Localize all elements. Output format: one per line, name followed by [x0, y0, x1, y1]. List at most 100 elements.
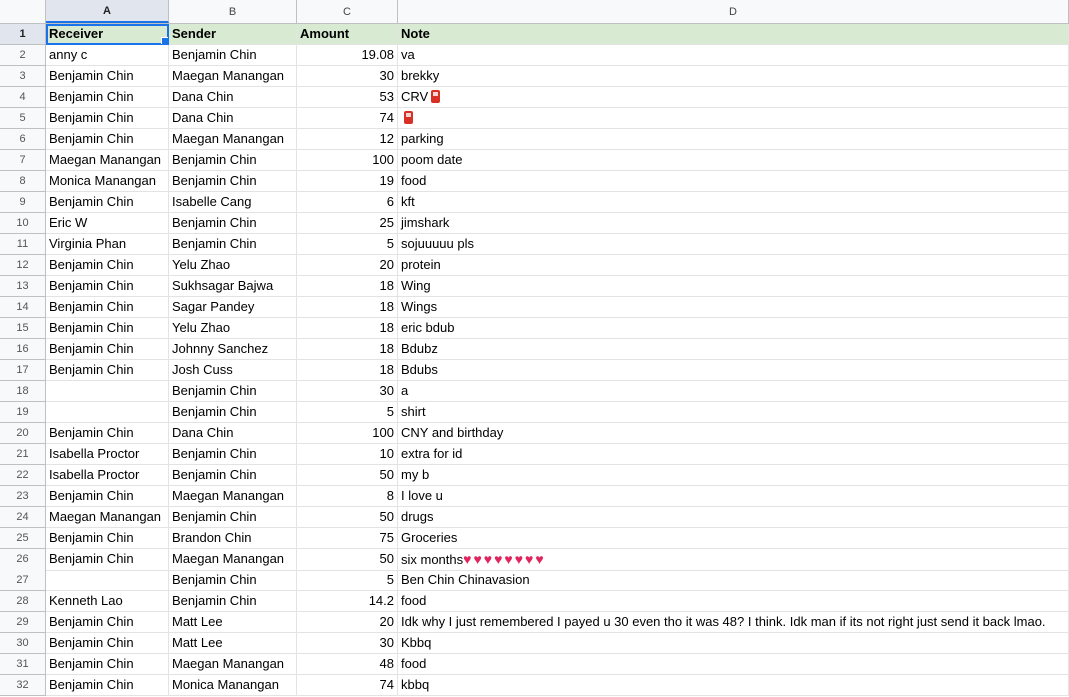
row-header[interactable]: 13 — [0, 276, 46, 297]
cell-amount[interactable]: 18 — [297, 318, 398, 339]
cell-sender[interactable]: Benjamin Chin — [169, 171, 297, 192]
cell-receiver[interactable]: Maegan Manangan — [46, 507, 169, 528]
cell-amount[interactable]: 5 — [297, 570, 398, 591]
cell-sender[interactable]: Maegan Manangan — [169, 486, 297, 507]
cell-sender[interactable]: Dana Chin — [169, 87, 297, 108]
cell-amount[interactable]: 50 — [297, 465, 398, 486]
row-header[interactable]: 23 — [0, 486, 46, 507]
row-header[interactable]: 20 — [0, 423, 46, 444]
row-header[interactable]: 17 — [0, 360, 46, 381]
cell-receiver[interactable]: anny c — [46, 45, 169, 66]
cell-sender[interactable]: Benjamin Chin — [169, 591, 297, 612]
cell-sender[interactable]: Benjamin Chin — [169, 465, 297, 486]
cell-amount[interactable]: 6 — [297, 192, 398, 213]
cell-note[interactable]: a — [398, 381, 1069, 402]
cell-receiver[interactable] — [46, 381, 169, 402]
cell-note[interactable]: kbbq — [398, 675, 1069, 696]
cell-receiver[interactable]: Benjamin Chin — [46, 192, 169, 213]
row-header[interactable]: 22 — [0, 465, 46, 486]
cell-sender[interactable]: Maegan Manangan — [169, 66, 297, 87]
cell-receiver[interactable]: Benjamin Chin — [46, 108, 169, 129]
cell-receiver[interactable] — [46, 402, 169, 423]
cell-sender[interactable]: Benjamin Chin — [169, 402, 297, 423]
cell-receiver[interactable]: Benjamin Chin — [46, 360, 169, 381]
cell-amount[interactable]: 74 — [297, 675, 398, 696]
cell-receiver[interactable] — [46, 570, 169, 591]
cell-receiver[interactable]: Benjamin Chin — [46, 423, 169, 444]
cell-amount[interactable]: 19.08 — [297, 45, 398, 66]
cell-amount[interactable]: 8 — [297, 486, 398, 507]
cell-amount[interactable]: 100 — [297, 423, 398, 444]
cell-note[interactable]: extra for id — [398, 444, 1069, 465]
cell-amount[interactable]: 100 — [297, 150, 398, 171]
cell-sender[interactable]: Benjamin Chin — [169, 381, 297, 402]
cell-receiver[interactable]: Benjamin Chin — [46, 129, 169, 150]
row-header[interactable]: 14 — [0, 297, 46, 318]
cell-note[interactable]: kft — [398, 192, 1069, 213]
cell-note[interactable]: I love u — [398, 486, 1069, 507]
cell-receiver[interactable]: Benjamin Chin — [46, 339, 169, 360]
cell-note-header[interactable]: Note — [398, 24, 1069, 45]
cell-receiver[interactable]: Benjamin Chin — [46, 486, 169, 507]
cell-receiver[interactable]: Benjamin Chin — [46, 549, 169, 571]
cell-note[interactable]: Idk why I just remembered I payed u 30 e… — [398, 612, 1069, 633]
cell-sender[interactable]: Yelu Zhao — [169, 318, 297, 339]
row-header[interactable]: 6 — [0, 129, 46, 150]
cell-sender[interactable]: Benjamin Chin — [169, 150, 297, 171]
fill-handle[interactable] — [161, 37, 168, 44]
cell-amount[interactable]: 50 — [297, 549, 398, 571]
cell-amount[interactable]: 18 — [297, 360, 398, 381]
cell-note[interactable]: CNY and birthday — [398, 423, 1069, 444]
cell-amount[interactable]: 75 — [297, 528, 398, 549]
cell-receiver[interactable]: Benjamin Chin — [46, 675, 169, 696]
cell-sender[interactable]: Maegan Manangan — [169, 129, 297, 150]
cell-sender[interactable]: Matt Lee — [169, 612, 297, 633]
cell-amount-header[interactable]: Amount — [297, 24, 398, 45]
row-header[interactable]: 30 — [0, 633, 46, 654]
cell-sender[interactable]: Josh Cuss — [169, 360, 297, 381]
column-header-a[interactable]: A — [46, 0, 169, 23]
cell-receiver[interactable]: Kenneth Lao — [46, 591, 169, 612]
cell-receiver[interactable]: Eric W — [46, 213, 169, 234]
cell-receiver[interactable]: Benjamin Chin — [46, 318, 169, 339]
row-header[interactable]: 31 — [0, 654, 46, 675]
cell-note[interactable]: food — [398, 171, 1069, 192]
row-header[interactable]: 12 — [0, 255, 46, 276]
cell-amount[interactable]: 74 — [297, 108, 398, 129]
cell-receiver[interactable]: Benjamin Chin — [46, 276, 169, 297]
cell-note[interactable]: protein — [398, 255, 1069, 276]
row-header[interactable]: 32 — [0, 675, 46, 696]
row-header[interactable]: 11 — [0, 234, 46, 255]
row-header[interactable]: 28 — [0, 591, 46, 612]
cell-note[interactable]: poom date — [398, 150, 1069, 171]
row-header[interactable]: 9 — [0, 192, 46, 213]
row-header[interactable]: 7 — [0, 150, 46, 171]
cell-amount[interactable]: 48 — [297, 654, 398, 675]
cell-sender[interactable]: Benjamin Chin — [169, 444, 297, 465]
cell-note[interactable]: va — [398, 45, 1069, 66]
cell-sender[interactable]: Benjamin Chin — [169, 234, 297, 255]
cell-receiver-header[interactable]: Receiver — [46, 24, 169, 45]
cell-receiver[interactable]: Monica Manangan — [46, 171, 169, 192]
cell-note[interactable]: Groceries — [398, 528, 1069, 549]
cell-note[interactable]: parking — [398, 129, 1069, 150]
row-header[interactable]: 5 — [0, 108, 46, 129]
cell-receiver[interactable]: Maegan Manangan — [46, 150, 169, 171]
cell-receiver[interactable]: Benjamin Chin — [46, 633, 169, 654]
cell-note[interactable]: Ben Chin Chinavasion — [398, 570, 1069, 591]
cell-receiver[interactable]: Benjamin Chin — [46, 654, 169, 675]
cell-amount[interactable]: 20 — [297, 255, 398, 276]
cell-sender[interactable]: Benjamin Chin — [169, 570, 297, 591]
cell-sender[interactable]: Yelu Zhao — [169, 255, 297, 276]
cell-sender[interactable]: Matt Lee — [169, 633, 297, 654]
row-header[interactable]: 1 — [0, 24, 46, 45]
cell-amount[interactable]: 25 — [297, 213, 398, 234]
cell-amount[interactable]: 30 — [297, 633, 398, 654]
cell-sender[interactable]: Isabelle Cang — [169, 192, 297, 213]
cell-amount[interactable]: 12 — [297, 129, 398, 150]
cell-amount[interactable]: 20 — [297, 612, 398, 633]
cell-note[interactable]: food — [398, 654, 1069, 675]
cell-note[interactable]: CRV — [398, 87, 1069, 108]
cell-amount[interactable]: 18 — [297, 276, 398, 297]
cell-note[interactable]: eric bdub — [398, 318, 1069, 339]
